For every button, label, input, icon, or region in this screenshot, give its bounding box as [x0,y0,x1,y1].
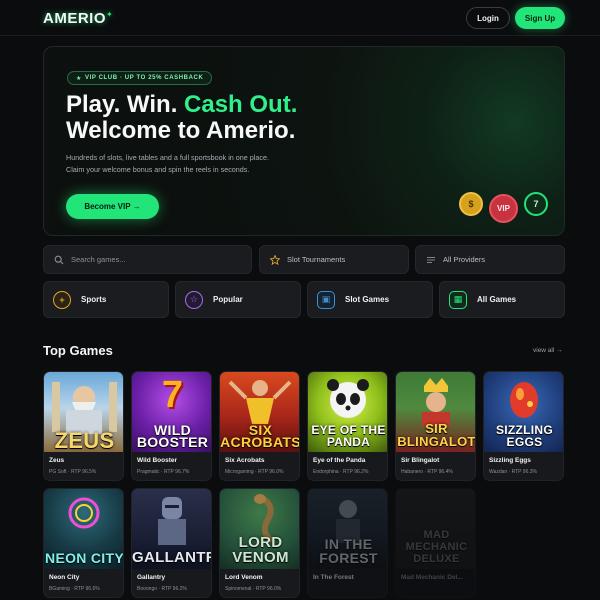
game-provider: Booongo · RTP 96.2% [137,586,187,592]
category-label: All Games [477,295,517,304]
search-icon [54,255,64,264]
game-card-in-the-forest[interactable]: IN THE FOREST In The Forest [307,488,388,598]
become-vip-button[interactable]: Become VIP → [66,194,159,219]
game-thumbnail: 7 WILD BOOSTER [132,372,211,452]
game-art-title: WILD BOOSTER [136,422,209,450]
game-name: Neon City [49,574,80,581]
game-thumbnail: NEON CITY [44,489,124,569]
login-button[interactable]: Login [466,7,510,29]
plus-circle-icon: + [53,290,71,309]
star-outline-icon [270,254,280,265]
game-provider: PG Soft · RTP 96.5% [49,469,97,475]
game-thumbnail: IN THE FOREST [308,489,387,569]
game-provider: Spinomenal · RTP 96.0% [225,586,282,592]
category-all-games[interactable]: ▦ All Games [439,281,565,318]
hero-banner: ★ VIP CLUB · UP TO 25% CASHBACK Play. Wi… [43,46,565,236]
category-slot-games[interactable]: ▣ Slot Games [307,281,433,318]
game-art-title: MAD MECHANIC DELUXE [405,529,468,565]
top-header: AMERIO✦ Login Sign Up [0,0,600,36]
game-name: Eye of the Panda [313,457,366,464]
game-card-zeus[interactable]: ZEUS Zeus PG Soft · RTP 96.5% [43,371,124,481]
game-provider: Endorphina · RTP 96.2% [313,469,369,475]
slot-machine-icon: ▣ [317,290,335,309]
seven-icon: 7 [161,374,184,416]
game-provider: Wazdan · RTP 96.3% [489,469,537,475]
game-art-title: LORD VENOM [232,534,289,566]
logo-text: AMERIO [43,10,106,27]
providers-dropdown[interactable]: All Providers [415,245,565,274]
game-thumbnail: MAD MECHANIC DELUXE [396,489,475,569]
game-name: Mad Mechanic Del... [401,574,463,581]
game-thumbnail: GALLANTRY [132,489,211,569]
brand-logo[interactable]: AMERIO✦ [43,10,113,27]
hero-description: Hundreds of slots, live tables and a ful… [66,153,269,174]
game-provider: Pragmatic · RTP 96.7% [137,469,190,475]
game-art-title: ZEUS [54,428,115,452]
game-name: Sizzling Eggs [489,457,531,464]
view-all-link[interactable]: view all → [533,347,563,354]
category-label: Slot Games [345,295,390,304]
game-card-mad-mechanic[interactable]: MAD MECHANIC DELUXE Mad Mechanic Del... [395,488,476,598]
game-art-title: IN THE FOREST [319,536,378,566]
category-sports[interactable]: + Sports [43,281,169,318]
game-name: Sir Blingalot [401,457,440,464]
game-card-wild-booster[interactable]: 7 WILD BOOSTER Wild Booster Pragmatic · … [131,371,212,481]
seven-chip-icon: 7 [524,192,548,216]
game-art-title: EYE OF THE PANDA [311,423,386,449]
vip-club-badge: ★ VIP CLUB · UP TO 25% CASHBACK [67,71,213,85]
signup-button[interactable]: Sign Up [515,7,565,29]
game-thumbnail: SIZZLING EGGS [484,372,563,452]
game-art-title: SIZZLING EGGS [495,423,554,449]
game-art-title: NEON CITY [45,550,124,566]
top-games-heading: Top Games [43,343,113,358]
game-card-lord-venom[interactable]: LORD VENOM Lord Venom Spinomenal · RTP 9… [219,488,300,598]
game-art-title: GALLANTRY [132,549,211,566]
search-placeholder: Search games... [71,255,126,264]
game-card-six-acrobats[interactable]: SIX ACROBATS Six Acrobats Microgaming · … [219,371,300,481]
game-card-sizzling-eggs[interactable]: SIZZLING EGGS Sizzling Eggs Wazdan · RTP… [483,371,564,481]
coin-chip-icon: $ [459,192,483,216]
game-name: Lord Venom [225,574,263,581]
hero-title-plain: Play. Win. [66,91,185,118]
game-thumbnail: ZEUS [44,372,123,452]
slot-tournaments-button[interactable]: Slot Tournaments [259,245,409,274]
game-name: Wild Booster [137,457,178,464]
star-icon: ☆ [185,290,203,309]
game-provider: BGaming · RTP 96.6% [49,586,100,592]
hero-title-accent: Cash Out. [184,91,298,118]
game-thumbnail: SIX ACROBATS [220,372,300,452]
game-thumbnail: LORD VENOM [220,489,299,569]
game-card-neon-city[interactable]: NEON CITY Neon City BGaming · RTP 96.6% [43,488,124,598]
category-label: Popular [213,295,243,304]
game-art-title: SIR BLINGALOT [397,421,476,449]
star-icon: ★ [76,75,82,82]
game-provider: Habanero · RTP 96.4% [401,469,453,475]
game-name: Six Acrobats [225,457,265,464]
sparkle-icon: ✦ [106,10,114,19]
game-card-sir-blingalot[interactable]: SIR BLINGALOT Sir Blingalot Habanero · R… [395,371,476,481]
vip-club-text: VIP CLUB · UP TO 25% CASHBACK [84,75,204,81]
list-icon [427,256,435,263]
hero-title: Play. Win. Cash Out. Welcome to Amerio. [66,92,297,144]
game-provider: Microgaming · RTP 96.0% [225,469,284,475]
slot-tournaments-label: Slot Tournaments [287,255,346,264]
game-card-gallantry[interactable]: GALLANTRY Gallantry Booongo · RTP 96.2% [131,488,212,598]
category-popular[interactable]: ☆ Popular [175,281,301,318]
game-name: In The Forest [313,574,354,581]
game-thumbnail: EYE OF THE PANDA [308,372,387,452]
category-label: Sports [81,295,107,304]
game-art-title: SIX ACROBATS [220,422,300,450]
vip-chip-icon: VIP [489,194,518,223]
game-card-eye-of-the-panda[interactable]: EYE OF THE PANDA Eye of the Panda Endorp… [307,371,388,481]
hero-title-line2: Welcome to Amerio. [66,117,296,144]
providers-label: All Providers [443,255,486,264]
game-name: Gallantry [137,574,166,581]
grid-icon: ▦ [449,290,467,309]
search-input[interactable]: Search games... [43,245,252,274]
game-thumbnail: SIR BLINGALOT [396,372,476,452]
game-name: Zeus [49,457,65,464]
